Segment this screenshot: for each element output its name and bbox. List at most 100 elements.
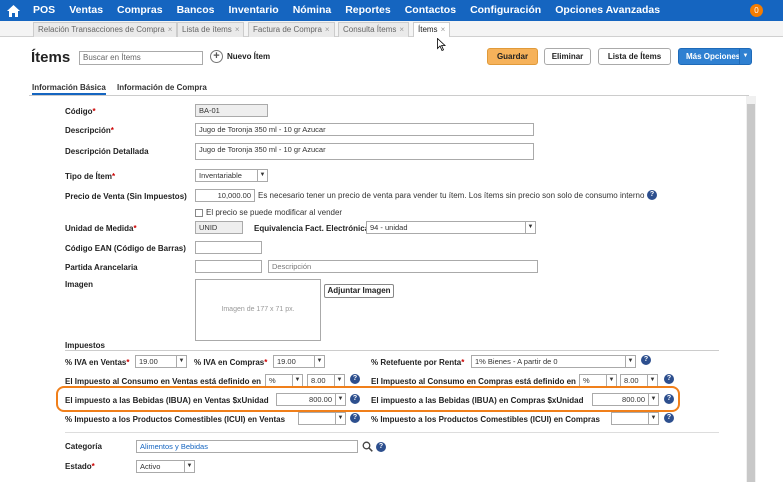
tab-strip: Relación Transacciones de Compra × Lista …	[0, 21, 783, 37]
tab-label: Lista de ítems	[182, 25, 232, 34]
scrollbar-thumb[interactable]	[747, 104, 755, 482]
menu-ventas[interactable]: Ventas	[62, 0, 110, 21]
categoria-label: Categoría	[65, 442, 102, 451]
subtab-strip: Información Básica Información de Compra	[29, 83, 749, 96]
home-icon[interactable]	[0, 0, 26, 21]
more-options-label: Más Opciones	[686, 52, 741, 61]
close-icon[interactable]: ×	[399, 25, 404, 34]
tab-lista-items[interactable]: Lista de ítems ×	[177, 22, 245, 37]
menu-contactos[interactable]: Contactos	[398, 0, 463, 21]
menu-compras[interactable]: Compras	[110, 0, 170, 21]
descripcion-detallada-field[interactable]: Jugo de Toronja 350 ml - 10 gr Azucar	[195, 143, 534, 160]
help-icon[interactable]: ?	[376, 442, 386, 452]
help-icon[interactable]: ?	[664, 374, 674, 384]
items-list-button[interactable]: Lista de Ítems	[598, 48, 671, 65]
partida-label: Partida Arancelaria	[65, 263, 138, 272]
chevron-down-icon: ▼	[647, 375, 657, 386]
help-icon[interactable]: ?	[641, 355, 651, 365]
tab-items[interactable]: Ítems ×	[413, 22, 451, 37]
precio-field[interactable]: 10,000.00	[195, 189, 255, 202]
ean-field[interactable]	[195, 241, 262, 254]
help-icon[interactable]: ?	[664, 413, 674, 423]
image-placeholder: Imagen de 177 x 71 px.	[195, 279, 321, 341]
top-nav-bar: POS Ventas Compras Bancos Inventario Nóm…	[0, 0, 783, 21]
descripcion-field[interactable]: Jugo de Toronja 350 ml - 10 gr Azucar	[195, 123, 534, 136]
help-icon[interactable]: ?	[350, 394, 360, 404]
retefuente-select[interactable]: 1% Bienes - A partir de 0 ▼	[471, 355, 636, 368]
new-item-button[interactable]: + Nuevo Ítem	[210, 50, 270, 63]
icui-compras-select[interactable]: ▼	[611, 412, 659, 425]
tab-factura-compra[interactable]: Factura de Compra ×	[248, 22, 335, 37]
chevron-down-icon: ▼	[648, 413, 658, 424]
save-button[interactable]: Guardar	[487, 48, 538, 65]
icui-ventas-label: % Impuesto a los Productos Comestibles (…	[65, 415, 286, 424]
menu-bancos[interactable]: Bancos	[170, 0, 222, 21]
plus-icon: +	[210, 50, 223, 63]
codigo-field[interactable]: BA-01	[195, 104, 268, 117]
close-icon[interactable]: ×	[325, 25, 330, 34]
tab-relacion-transacciones[interactable]: Relación Transacciones de Compra ×	[33, 22, 178, 37]
subtab-informacion-compra[interactable]: Información de Compra	[117, 83, 207, 93]
unidad-field[interactable]: UNID	[195, 221, 243, 234]
ibua-compras-select[interactable]: 800.00 ▼	[592, 393, 659, 406]
chevron-down-icon: ▼	[648, 394, 658, 405]
help-icon[interactable]: ?	[350, 413, 360, 423]
menu-configuracion[interactable]: Configuración	[463, 0, 548, 21]
help-icon[interactable]: ?	[647, 190, 657, 200]
search-input[interactable]: Buscar en Ítems	[79, 51, 203, 65]
chevron-down-icon: ▼	[292, 375, 302, 386]
ibua-ventas-label: El impuesto a las Bebidas (IBUA) en Vent…	[65, 396, 269, 405]
iva-ventas-label: % IVA en Ventas*	[65, 358, 130, 367]
ibua-ventas-select[interactable]: 800.00 ▼	[276, 393, 346, 406]
retefuente-label-text: % Retefuente por Renta	[371, 358, 462, 367]
estado-select[interactable]: Activo ▼	[136, 460, 195, 473]
tipo-item-label-text: Tipo de Ítem	[65, 172, 112, 181]
icui-compras-label: % Impuesto a los Productos Comestibles (…	[371, 415, 600, 424]
iva-compras-label-text: % IVA en Compras	[194, 358, 265, 367]
search-icon[interactable]	[362, 441, 373, 452]
equivalencia-select[interactable]: 94 - unidad ▼	[366, 221, 536, 234]
attach-image-button[interactable]: Adjuntar Imagen	[324, 284, 394, 298]
partida-field[interactable]	[195, 260, 262, 273]
icui-ventas-select[interactable]: ▼	[298, 412, 346, 425]
consumo-ventas-label: El Impuesto al Consumo en Ventas está de…	[65, 377, 262, 386]
chevron-down-icon: ▼	[314, 356, 324, 367]
modificable-checkbox[interactable]	[195, 209, 203, 217]
partida-descripcion-field[interactable]: Descripción	[268, 260, 538, 273]
section-divider	[65, 350, 719, 351]
estado-value: Activo	[140, 462, 161, 471]
unidad-label: Unidad de Medida*	[65, 224, 137, 233]
close-icon[interactable]: ×	[168, 25, 173, 34]
iva-ventas-select[interactable]: 19.00 ▼	[135, 355, 187, 368]
estado-label: Estado*	[65, 462, 95, 471]
close-icon[interactable]: ×	[235, 25, 240, 34]
categoria-field[interactable]: Alimentos y Bebidas	[136, 440, 358, 453]
tab-label: Ítems	[418, 25, 438, 34]
more-options-button[interactable]: Más Opciones ▼	[678, 48, 752, 65]
consumo-compras-value: 8.00	[624, 376, 639, 385]
chevron-down-icon: ▼	[335, 394, 345, 405]
tab-consulta-items[interactable]: Consulta Ítems ×	[338, 22, 410, 37]
precio-label: Precio de Venta (Sin Impuestos)	[65, 192, 187, 201]
iva-ventas-label-text: % IVA en Ventas	[65, 358, 127, 367]
chevron-down-icon: ▼	[606, 375, 616, 386]
close-icon[interactable]: ×	[441, 25, 446, 34]
equivalencia-value: 94 - unidad	[370, 223, 408, 232]
impuestos-heading: Impuestos	[65, 341, 106, 350]
section-divider	[65, 432, 719, 433]
iva-compras-select[interactable]: 19.00 ▼	[273, 355, 325, 368]
menu-opciones-avanzadas[interactable]: Opciones Avanzadas	[548, 0, 667, 21]
iva-compras-label: % IVA en Compras*	[194, 358, 268, 367]
menu-inventario[interactable]: Inventario	[222, 0, 286, 21]
help-icon[interactable]: ?	[664, 394, 674, 404]
subtab-informacion-basica[interactable]: Información Básica	[32, 83, 106, 95]
menu-nomina[interactable]: Nómina	[286, 0, 339, 21]
modificable-label: El precio se puede modificar al vender	[206, 208, 343, 217]
tipo-item-select[interactable]: Inventariable ▼	[195, 169, 268, 182]
delete-button[interactable]: Eliminar	[544, 48, 591, 65]
menu-reportes[interactable]: Reportes	[338, 0, 398, 21]
menu-pos[interactable]: POS	[26, 0, 62, 21]
notification-badge[interactable]: 0	[750, 4, 763, 17]
descripcion-label-text: Descripción	[65, 126, 111, 135]
help-icon[interactable]: ?	[350, 374, 360, 384]
